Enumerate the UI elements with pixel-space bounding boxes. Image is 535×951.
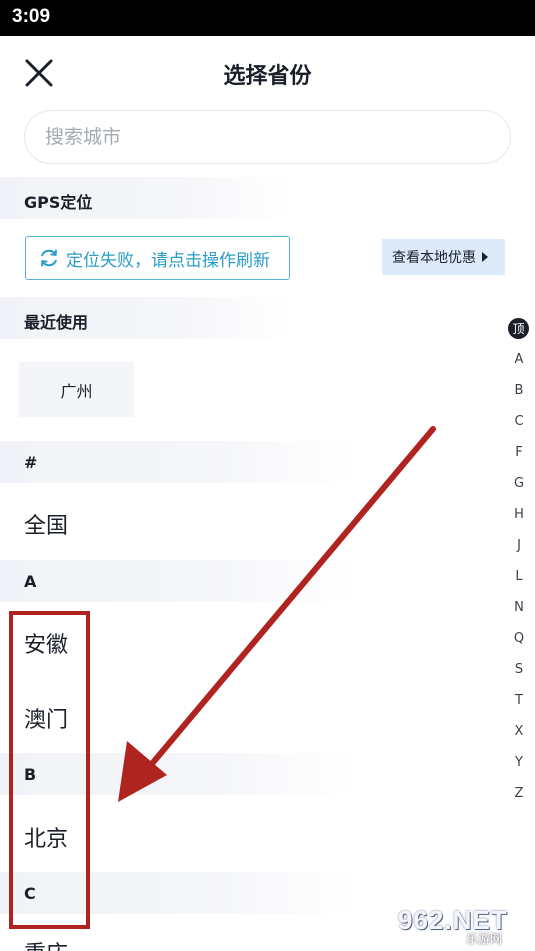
- index-letter[interactable]: B: [506, 383, 532, 398]
- section-header-a: A: [0, 560, 356, 602]
- alphabet-index[interactable]: 顶 A B C F G H J L N Q S T X Y Z: [506, 318, 532, 801]
- section-label: C: [24, 884, 36, 903]
- index-letter[interactable]: F: [506, 445, 532, 460]
- watermark-subtext: 乐游网: [466, 932, 503, 946]
- section-label: #: [24, 453, 38, 472]
- recent-city-chip[interactable]: 广州: [19, 362, 134, 417]
- location-refresh-button[interactable]: 定位失败，请点击操作刷新: [25, 236, 290, 280]
- index-letter[interactable]: S: [506, 662, 532, 677]
- index-letter[interactable]: Q: [506, 631, 532, 646]
- index-letter[interactable]: H: [506, 507, 532, 522]
- section-header-gps: GPS定位: [0, 177, 292, 219]
- status-bar: 3:09: [0, 0, 535, 36]
- index-letter[interactable]: J: [506, 538, 532, 553]
- index-letter[interactable]: X: [506, 724, 532, 739]
- province-item[interactable]: 全国: [24, 508, 68, 540]
- section-label: A: [24, 572, 37, 591]
- index-letter[interactable]: N: [506, 600, 532, 615]
- index-letter[interactable]: Z: [506, 786, 532, 801]
- province-item[interactable]: 安徽: [24, 627, 68, 659]
- section-header-hash: #: [0, 441, 356, 483]
- local-offer-text: 查看本地优惠: [392, 250, 476, 266]
- section-label-gps: GPS定位: [24, 193, 93, 212]
- section-label: B: [24, 765, 37, 784]
- index-letter[interactable]: T: [506, 693, 532, 708]
- local-offer-button[interactable]: 查看本地优惠: [382, 239, 505, 275]
- index-letter[interactable]: G: [506, 476, 532, 491]
- play-triangle-icon: [482, 252, 488, 262]
- watermark-logo: 962.NET 乐游网: [398, 905, 528, 946]
- province-item[interactable]: 澳门: [24, 702, 68, 734]
- search-box[interactable]: [24, 110, 511, 164]
- section-label-recent: 最近使用: [24, 313, 89, 332]
- section-header-recent: 最近使用: [0, 297, 292, 339]
- page-title: 选择省份: [223, 64, 312, 89]
- index-letter[interactable]: C: [506, 414, 532, 429]
- index-top-button[interactable]: 顶: [508, 318, 529, 339]
- section-header-c: C: [0, 872, 356, 914]
- refresh-icon: [41, 249, 57, 267]
- search-input[interactable]: [45, 122, 485, 152]
- index-letter[interactable]: L: [506, 569, 532, 584]
- status-time: 3:09: [12, 6, 51, 27]
- index-letter[interactable]: A: [506, 352, 532, 367]
- index-letter[interactable]: Y: [506, 755, 532, 770]
- section-header-b: B: [0, 753, 356, 795]
- province-item[interactable]: 北京: [24, 821, 68, 853]
- province-item[interactable]: 重庆: [24, 936, 68, 951]
- refresh-text: 定位失败，请点击操作刷新: [66, 250, 270, 271]
